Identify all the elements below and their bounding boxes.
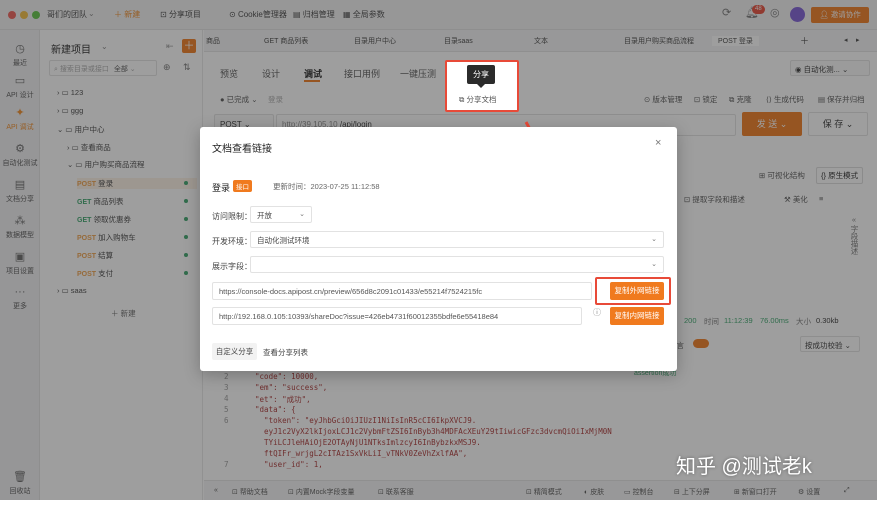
access-value: 开放 (257, 211, 272, 220)
updated-time: 更新时间：2023-07-25 11:12:58 (273, 182, 380, 191)
fields-label: 展示字段： (212, 262, 252, 271)
copy-internal-button[interactable]: 复制内网链接 (610, 307, 664, 325)
chevron-down-icon: ⌄ (299, 211, 305, 218)
access-select[interactable]: 开放 ⌄ (250, 206, 312, 223)
watermark: 知乎 @测试老k (676, 456, 812, 478)
copy-external-button[interactable]: 复制外网链接 (610, 282, 664, 300)
env-value: 自动化测试环境 (257, 236, 310, 245)
chevron-down-icon: ⌄ (651, 236, 657, 243)
dialog-title: 文档查看链接 (212, 144, 272, 155)
env-select-modal[interactable]: 自动化测试环境 ⌄ (250, 231, 664, 248)
api-name: 登录 (212, 183, 231, 193)
access-label: 访问限制： (212, 212, 252, 221)
share-link-dialog: 文档查看链接 × 登录 接口 更新时间：2023-07-25 11:12:58 … (200, 127, 677, 371)
internal-url-field[interactable]: http://192.168.0.105:10393/shareDoc?issu… (212, 307, 582, 325)
external-url-field[interactable]: https://console-docs.apipost.cn/preview/… (212, 282, 592, 300)
api-badge: 接口 (233, 180, 252, 192)
close-icon[interactable]: × (655, 137, 661, 149)
custom-share-button[interactable]: 自定义分享 (212, 343, 257, 360)
fields-select[interactable]: ⌄ (250, 256, 664, 273)
view-share-list-link[interactable]: 查看分享列表 (263, 347, 308, 358)
info-icon[interactable]: ⓘ (593, 307, 601, 318)
chevron-down-icon: ⌄ (651, 261, 657, 268)
env-label: 开发环境： (212, 237, 252, 246)
